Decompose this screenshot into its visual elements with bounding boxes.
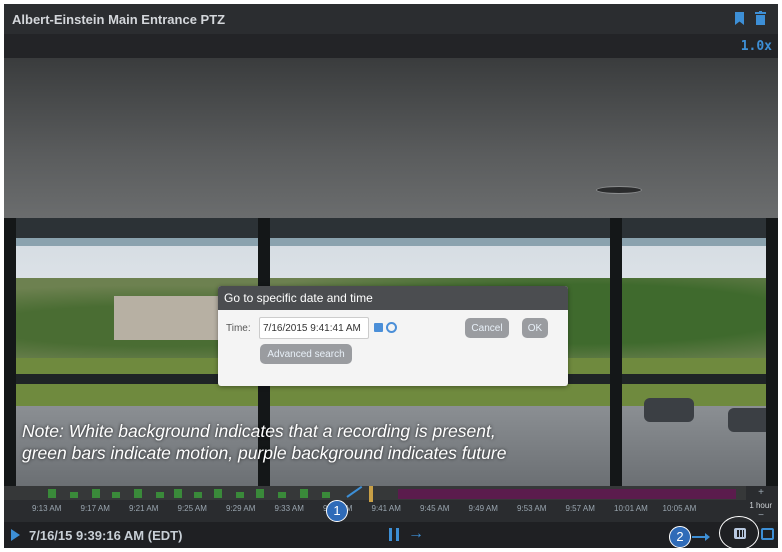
- zoom-in-button[interactable]: +: [758, 487, 764, 498]
- scene-ceiling: [4, 58, 778, 218]
- motion-bar: [236, 492, 244, 498]
- scene-mullion: [4, 218, 16, 486]
- cancel-button[interactable]: Cancel: [465, 318, 509, 338]
- motion-bar: [194, 492, 202, 498]
- zoom-out-button[interactable]: −: [758, 510, 764, 521]
- motion-bar: [134, 489, 142, 498]
- timeline-scale: 1 hour: [749, 501, 772, 510]
- timeline[interactable]: 9:13 AM 9:17 AM 9:21 AM 9:25 AM 9:29 AM 9:33 …: [4, 486, 778, 522]
- pause-icon[interactable]: [389, 528, 399, 541]
- play-icon[interactable]: [11, 529, 20, 541]
- motion-bar: [92, 489, 100, 498]
- callout-1: 1: [326, 500, 348, 522]
- motion-bar: [48, 489, 56, 498]
- zoom-bar: 1.0x: [4, 34, 778, 58]
- motion-bar: [300, 489, 308, 498]
- video-frame[interactable]: Go to specific date and time Time: Cance…: [4, 58, 778, 486]
- timeline-tick: 9:45 AM: [420, 504, 450, 513]
- scene-car: [644, 398, 694, 422]
- motion-bar: [70, 492, 78, 498]
- future-region: [398, 489, 736, 499]
- timeline-tick: 10:01 AM: [614, 504, 648, 513]
- motion-bar: [214, 489, 222, 498]
- callout-arrow: [692, 533, 710, 541]
- timeline-tick: 9:17 AM: [80, 504, 110, 513]
- timeline-tick: 9:29 AM: [226, 504, 256, 513]
- dialog-title: Go to specific date and time: [218, 286, 568, 310]
- current-time: 7/16/15 9:39:16 AM (EDT): [29, 528, 183, 543]
- motion-bar: [256, 489, 264, 498]
- motion-bar: [156, 492, 164, 498]
- bookmark-icon[interactable]: [735, 12, 744, 25]
- camera-title: Albert-Einstein Main Entrance PTZ: [12, 12, 226, 27]
- timeline-tick: 9:13 AM: [32, 504, 62, 513]
- motion-bar: [174, 489, 182, 498]
- motion-bar: [278, 492, 286, 498]
- timeline-tick: 9:41 AM: [371, 504, 401, 513]
- video-tile: Albert-Einstein Main Entrance PTZ 1.0x G…: [4, 4, 778, 548]
- advanced-search-button[interactable]: Advanced search: [260, 344, 352, 364]
- timeline-playhead[interactable]: [369, 486, 373, 502]
- playback-controls: 7/16/15 9:39:16 AM (EDT) →: [4, 522, 778, 548]
- timeline-tick: 9:25 AM: [177, 504, 207, 513]
- forward-icon[interactable]: →: [408, 525, 424, 543]
- timeline-ticks: 9:13 AM 9:17 AM 9:21 AM 9:25 AM 9:29 AM 9:33 …: [4, 504, 746, 518]
- goto-datetime-dialog: Go to specific date and time Time: Cance…: [218, 286, 568, 386]
- timeline-tick: 9:57 AM: [565, 504, 595, 513]
- note-line: Note: White background indicates that a …: [22, 421, 496, 441]
- zoom-level: 1.0x: [740, 39, 772, 54]
- motion-bar: [322, 492, 330, 498]
- timeline-tick: 9:21 AM: [129, 504, 159, 513]
- timeline-tick: 9:49 AM: [468, 504, 498, 513]
- timeline-tick: 10:05 AM: [662, 504, 697, 513]
- goto-date-icon[interactable]: [734, 528, 746, 539]
- scene-mullion: [766, 218, 778, 486]
- scene-beam: [4, 238, 778, 246]
- note-text: Note: White background indicates that a …: [22, 420, 642, 464]
- callout-2: 2: [669, 526, 691, 548]
- ok-button[interactable]: OK: [522, 318, 548, 338]
- snapshot-icon[interactable]: [761, 528, 774, 540]
- time-input[interactable]: [259, 317, 369, 339]
- scene-ceiling-light: [596, 186, 642, 194]
- scene-building: [114, 296, 224, 340]
- timeline-tick: 9:53 AM: [517, 504, 547, 513]
- tile-header: Albert-Einstein Main Entrance PTZ: [4, 4, 778, 34]
- clock-icon[interactable]: [386, 322, 397, 333]
- motion-bar: [112, 492, 120, 498]
- time-label: Time:: [226, 323, 251, 334]
- trash-icon[interactable]: [755, 11, 766, 25]
- note-line: green bars indicate motion, purple backg…: [22, 443, 507, 463]
- scene-beam: [4, 218, 778, 238]
- calendar-icon[interactable]: [374, 323, 383, 332]
- timeline-tick: 9:33 AM: [274, 504, 304, 513]
